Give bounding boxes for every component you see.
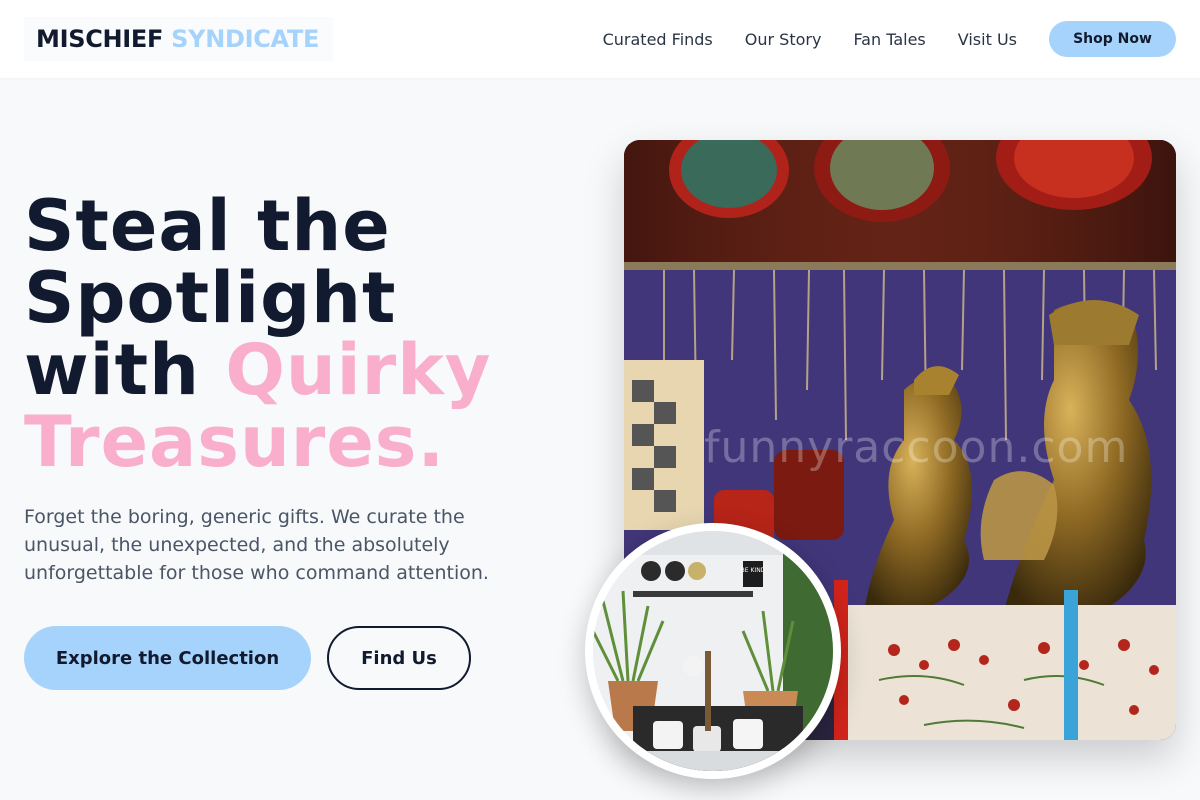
hero-title-line1: Steal the: [24, 185, 391, 267]
brand-name-part1: MISCHIEF: [36, 25, 164, 53]
shop-now-button[interactable]: Shop Now: [1049, 21, 1176, 57]
hero-title-line2: Spotlight: [24, 257, 397, 339]
image-watermark: funnyraccoon.com: [704, 422, 1129, 473]
site-header: MISCHIEF SYNDICATE Curated Finds Our Sto…: [0, 0, 1200, 78]
hero-title: Steal the Spotlight with Quirky Treasure…: [24, 190, 584, 478]
hero-description: Forget the boring, generic gifts. We cur…: [24, 506, 489, 584]
plant-shop-illustration: BE KIND: [593, 531, 833, 771]
hero-inset-photo: BE KIND: [585, 523, 841, 779]
nav-link-curated-finds[interactable]: Curated Finds: [603, 30, 713, 49]
find-us-button[interactable]: Find Us: [327, 626, 471, 690]
brand-name-part2: SYNDICATE: [171, 25, 320, 53]
nav-link-visit-us[interactable]: Visit Us: [958, 30, 1017, 49]
brand-logo[interactable]: MISCHIEF SYNDICATE: [24, 17, 334, 61]
hero-title-line3: with: [24, 329, 200, 411]
explore-collection-button[interactable]: Explore the Collection: [24, 626, 311, 690]
main-nav: Curated Finds Our Story Fan Tales Visit …: [603, 21, 1176, 57]
nav-link-our-story[interactable]: Our Story: [745, 30, 822, 49]
inset-sign-text: BE KIND: [741, 567, 766, 574]
hero-title-accent-quirky: Quirky: [225, 329, 492, 411]
hero-title-accent-treasures: Treasures.: [24, 401, 446, 483]
nav-link-fan-tales[interactable]: Fan Tales: [853, 30, 925, 49]
